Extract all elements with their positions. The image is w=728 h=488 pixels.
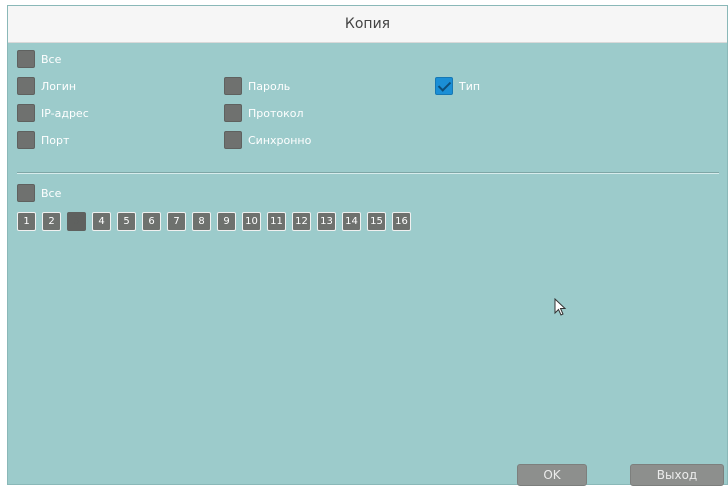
channel-button-14[interactable]: 14 [342,212,361,231]
option-ip-label: IP-адрес [41,106,89,120]
option-type[interactable]: Тип [435,77,480,95]
option-login[interactable]: Логин [17,77,76,95]
option-all[interactable]: Все [17,50,61,68]
option-port[interactable]: Порт [17,131,69,149]
option-password-label: Пароль [248,79,291,93]
option-password[interactable]: Пароль [224,77,290,95]
channel-button-13[interactable]: 13 [317,212,336,231]
option-all-checkbox[interactable] [17,50,35,68]
option-protocol-label: Протокол [248,106,304,120]
channel-button-4[interactable]: 4 [92,212,111,231]
channel-button-6[interactable]: 6 [142,212,161,231]
channel-button-10[interactable]: 10 [242,212,261,231]
channel-button-3[interactable]: 3 [67,212,86,231]
option-password-checkbox[interactable] [224,77,242,95]
option-type-label: Тип [459,79,481,93]
ok-button[interactable]: OK [517,464,587,486]
channel-all-label: Все [41,186,62,200]
option-type-checkbox[interactable] [435,77,453,95]
channel-button-11[interactable]: 11 [267,212,286,231]
option-sync-checkbox[interactable] [224,131,242,149]
channel-button-15[interactable]: 15 [367,212,386,231]
copy-dialog: Копия Все Логин Пароль Тип IP-адрес Прот… [7,5,728,486]
option-port-checkbox[interactable] [17,131,35,149]
option-sync[interactable]: Синхронно [224,131,311,149]
option-sync-label: Синхронно [248,133,312,147]
channel-button-16[interactable]: 16 [392,212,411,231]
channel-button-12[interactable]: 12 [292,212,311,231]
option-ip-checkbox[interactable] [17,104,35,122]
exit-button[interactable]: Выход [630,464,724,486]
title-bar: Копия [8,6,727,43]
channel-button-9[interactable]: 9 [217,212,236,231]
channel-button-1[interactable]: 1 [17,212,36,231]
option-login-checkbox[interactable] [17,77,35,95]
option-port-label: Порт [41,133,70,147]
channel-button-8[interactable]: 8 [192,212,211,231]
dialog-title: Копия [344,16,391,32]
section-divider [17,172,719,174]
channel-button-5[interactable]: 5 [117,212,136,231]
mouse-pointer-icon [554,298,567,316]
option-ip[interactable]: IP-адрес [17,104,89,122]
option-protocol[interactable]: Протокол [224,104,304,122]
channel-button-2[interactable]: 2 [42,212,61,231]
option-login-label: Логин [41,79,77,93]
channel-all[interactable]: Все [17,184,61,202]
option-protocol-checkbox[interactable] [224,104,242,122]
channel-button-7[interactable]: 7 [167,212,186,231]
channel-all-checkbox[interactable] [17,184,35,202]
option-all-label: Все [41,52,62,66]
channel-list: 1 2 3 4 5 6 7 8 9 10 11 12 13 14 15 16 [17,212,417,231]
